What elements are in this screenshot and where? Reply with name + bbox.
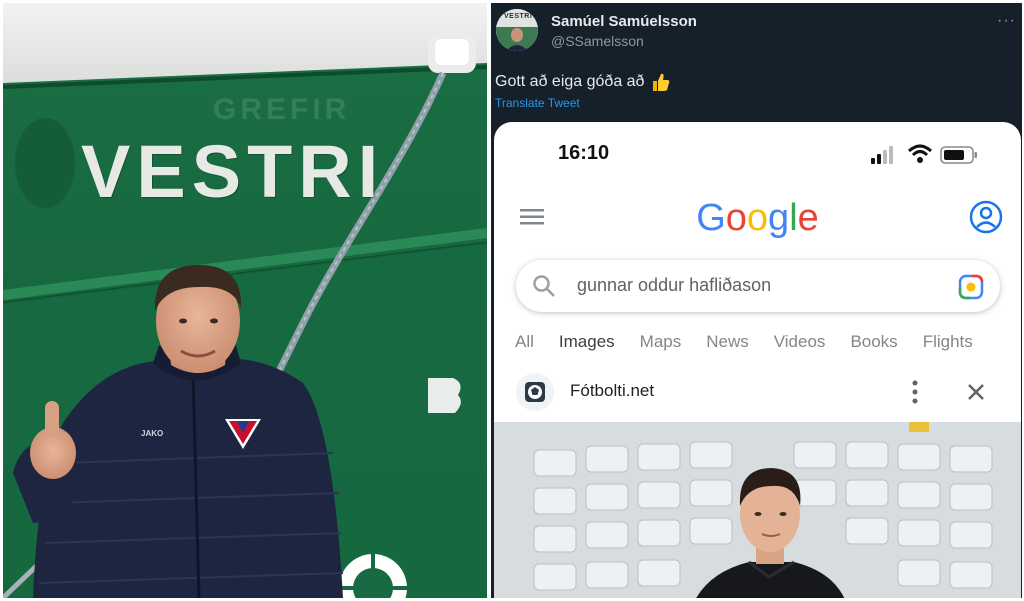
image-source-bar: Fótbolti.net [494,370,1021,422]
tweet-text-row: Gott að eiga góða að [495,71,672,93]
tab-news[interactable]: News [706,332,749,352]
more-vert-icon[interactable] [910,379,920,405]
more-options-icon[interactable]: ··· [997,12,1016,30]
avatar-text: VESTRI [504,13,533,20]
google-lens-icon[interactable] [958,274,984,300]
ship-photo: GREFIR VESTRI JAKO [3,3,487,598]
translate-tweet-link[interactable]: Translate Tweet [495,96,580,110]
account-icon[interactable] [969,200,1003,234]
status-bar-icons [871,144,977,164]
result-image[interactable] [494,422,1021,598]
google-logo: Google [494,197,1021,240]
wifi-icon [907,144,933,163]
status-bar-time: 16:10 [558,142,610,164]
hull-ghost-lettering: GREFIR [213,93,351,126]
signal-icon [871,146,893,164]
search-input[interactable]: gunnar oddur hafliðason [516,260,1000,312]
tab-all[interactable]: All [515,332,534,352]
stadium-player-photo [494,422,1021,598]
hull-lettering: VESTRI [81,130,385,213]
tab-flights[interactable]: Flights [923,332,973,352]
search-tabs: All Images Maps News Videos Books Flight… [515,332,998,352]
tweet-text: Gott að eiga góða að [495,73,645,90]
tweet-card: VESTRI Samúel Samúelsson @SSamelsson ···… [491,3,1022,598]
author-name[interactable]: Samúel Samúelsson [551,13,697,30]
logo-letter: g [768,197,790,239]
close-icon[interactable] [966,382,986,402]
source-name[interactable]: Fótbolti.net [570,381,654,401]
football-icon [525,382,545,402]
logo-letter: o [746,197,769,239]
author-handle[interactable]: @SSamelsson [551,33,644,49]
avatar[interactable]: VESTRI [496,9,538,51]
tab-videos[interactable]: Videos [774,332,826,352]
logo-letter: G [696,197,726,239]
battery-icon [940,146,977,164]
jacket-brand-label: JAKO [141,429,164,438]
thumbs-up-icon [653,73,670,91]
search-icon [533,275,555,297]
phone-screenshot: 16:10 Google gunnar oddur hafliðason All… [494,122,1021,598]
tab-maps[interactable]: Maps [640,332,682,352]
logo-letter: l [789,197,798,239]
tab-books[interactable]: Books [850,332,897,352]
logo-letter: o [725,197,747,239]
source-favicon [516,373,554,411]
search-query: gunnar oddur hafliðason [577,275,772,295]
logo-letter: e [797,197,819,239]
tab-images[interactable]: Images [559,332,615,352]
